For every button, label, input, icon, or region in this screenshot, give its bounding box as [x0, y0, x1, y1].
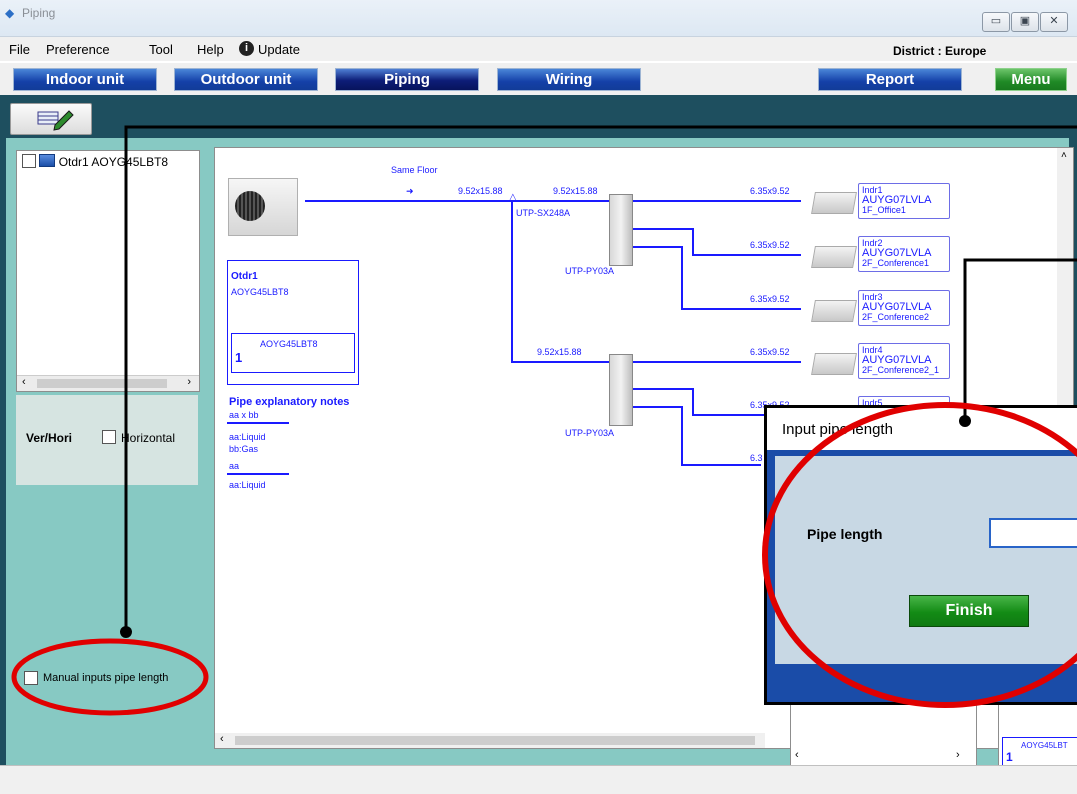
- annotation-leader-line: [120, 125, 1077, 638]
- highlight-circle: [11, 638, 209, 716]
- annotation-leader-line: [959, 258, 1077, 427]
- annotation-overlay: [11, 125, 1077, 716]
- highlight-circle: [762, 402, 1077, 708]
- status-bar: [0, 765, 1077, 794]
